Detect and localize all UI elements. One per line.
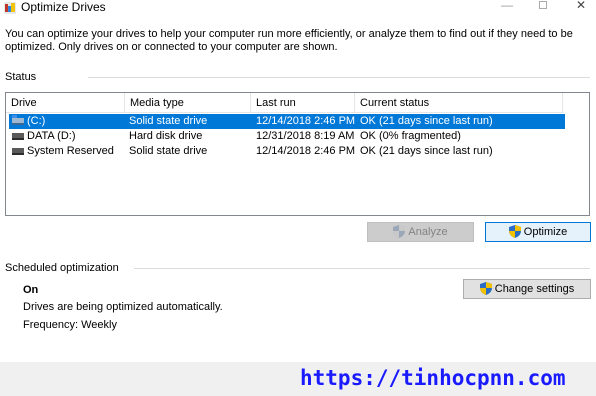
status-separator xyxy=(88,77,590,78)
drive-last-run: 12/31/2018 8:19 AM xyxy=(256,130,355,142)
window-title: Optimize Drives xyxy=(21,0,106,14)
schedule-description: Drives are being optimized automatically… xyxy=(23,301,223,313)
drive-last-run: 12/14/2018 2:46 PM xyxy=(256,115,356,127)
drive-media-type: Solid state drive xyxy=(129,115,208,127)
drive-last-run: 12/14/2018 2:46 PM xyxy=(256,145,356,157)
drive-row-d[interactable]: DATA (D:) Hard disk drive 12/31/2018 8:1… xyxy=(9,129,565,144)
scheduled-separator xyxy=(134,268,590,269)
schedule-frequency: Frequency: Weekly xyxy=(23,319,117,331)
maximize-button[interactable] xyxy=(528,0,558,12)
hard-drive-icon xyxy=(12,148,24,155)
status-label: Status xyxy=(5,71,37,83)
intro-text: You can optimize your drives to help you… xyxy=(5,28,573,53)
maximize-icon xyxy=(539,1,547,9)
defrag-app-icon xyxy=(4,2,16,14)
watermark-text: https://tinhocpnn.com xyxy=(300,366,566,390)
hard-drive-icon xyxy=(12,133,24,140)
analyze-button[interactable]: Analyze xyxy=(367,222,474,242)
drive-status: OK (21 days since last run) xyxy=(360,145,493,157)
drive-name: System Reserved xyxy=(27,145,114,157)
drive-status: OK (0% fragmented) xyxy=(360,130,461,142)
uac-shield-icon xyxy=(508,224,521,238)
drive-media-type: Hard disk drive xyxy=(129,130,203,142)
column-header-current-status[interactable]: Current status xyxy=(355,93,564,113)
drive-media-type: Solid state drive xyxy=(129,145,208,157)
drive-name: DATA (D:) xyxy=(27,130,76,142)
drive-status: OK (21 days since last run) xyxy=(360,115,493,127)
analyze-label: Analyze xyxy=(408,226,448,238)
drive-row-system-reserved[interactable]: System Reserved Solid state drive 12/14/… xyxy=(9,144,565,159)
change-settings-label: Change settings xyxy=(494,283,575,295)
list-header-end xyxy=(562,93,589,113)
schedule-state: On xyxy=(23,284,39,296)
optimize-label: Optimize xyxy=(523,226,568,238)
list-header: Drive Media type Last run Current status xyxy=(6,93,564,113)
uac-shield-icon xyxy=(393,224,406,238)
uac-shield-icon xyxy=(479,281,492,295)
close-button[interactable]: ✕ xyxy=(566,0,596,12)
drive-row-c[interactable]: (C:) Solid state drive 12/14/2018 2:46 P… xyxy=(9,114,565,129)
minimize-button[interactable]: — xyxy=(492,0,522,12)
change-settings-button[interactable]: Change settings xyxy=(463,279,591,299)
column-header-drive[interactable]: Drive xyxy=(6,93,125,113)
optimize-button[interactable]: Optimize xyxy=(485,222,591,242)
column-header-media-type[interactable]: Media type xyxy=(125,93,251,113)
drive-name: (C:) xyxy=(27,115,46,127)
os-drive-icon xyxy=(12,115,24,125)
scheduled-optimization-label: Scheduled optimization xyxy=(5,262,119,274)
title-bar: Optimize Drives — ✕ xyxy=(0,0,596,18)
column-header-last-run[interactable]: Last run xyxy=(251,93,355,113)
drives-list[interactable]: Drive Media type Last run Current status… xyxy=(5,92,590,216)
